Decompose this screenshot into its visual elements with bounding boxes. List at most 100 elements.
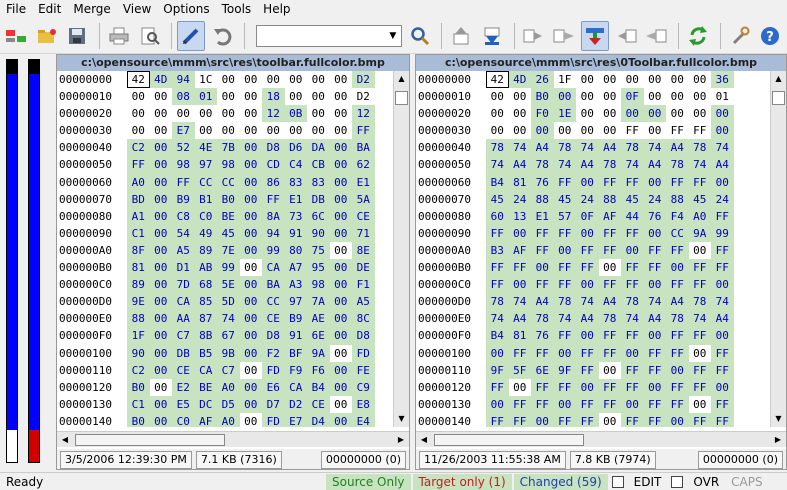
undo-icon[interactable]: [208, 21, 236, 51]
hex-byte[interactable]: 00: [149, 310, 172, 328]
hex-byte[interactable]: 00: [217, 88, 240, 106]
hex-byte[interactable]: FF: [643, 361, 666, 379]
hex-byte[interactable]: CE: [352, 207, 375, 225]
hex-byte[interactable]: A3: [284, 276, 307, 294]
hex-byte[interactable]: FF: [598, 327, 621, 345]
hex-byte[interactable]: D2: [284, 395, 307, 413]
menu-file[interactable]: File: [0, 0, 32, 18]
hex-byte[interactable]: 00: [486, 122, 509, 140]
copy-to-right-icon[interactable]: [520, 21, 548, 51]
hex-byte[interactable]: 78: [531, 310, 554, 328]
hex-byte[interactable]: BE: [194, 378, 217, 396]
hex-byte[interactable]: 00: [576, 173, 599, 191]
hex-byte[interactable]: FF: [688, 122, 711, 140]
hex-byte[interactable]: 98: [307, 276, 330, 294]
hex-byte[interactable]: FF: [508, 412, 531, 427]
hex-byte[interactable]: E7: [284, 412, 307, 427]
hex-byte[interactable]: C0: [172, 412, 195, 427]
hex-byte[interactable]: 00: [262, 71, 285, 89]
hex-byte[interactable]: 52: [172, 139, 195, 157]
location-pane[interactable]: [0, 54, 56, 470]
hex-byte[interactable]: D8: [352, 327, 375, 345]
hex-byte[interactable]: 00: [643, 173, 666, 191]
hex-byte[interactable]: 00: [329, 327, 352, 345]
hex-byte[interactable]: 00: [239, 412, 262, 427]
hex-row[interactable]: 00000000 42 4D 94 1C 00 00 00 00 00 00 D2: [57, 71, 409, 89]
hex-byte[interactable]: FF: [531, 241, 554, 260]
hex-byte[interactable]: 00: [598, 71, 621, 89]
hex-byte[interactable]: C2: [127, 139, 150, 157]
hex-byte[interactable]: 78: [598, 156, 621, 174]
options-icon[interactable]: [726, 21, 754, 51]
hex-byte[interactable]: DC: [194, 395, 217, 413]
hex-byte[interactable]: 00: [329, 71, 352, 89]
hex-row[interactable]: 00000140 FF FF 00 FF FF 00 FF FF 00 FF FF: [416, 412, 786, 427]
hex-byte[interactable]: C9: [352, 378, 375, 396]
hex-row[interactable]: 000000E0 74 A4 78 74 A4 78 74 A4 78 74 A4: [416, 310, 786, 328]
hex-byte[interactable]: AE: [307, 310, 330, 328]
hex-byte[interactable]: FF: [576, 259, 599, 277]
hex-byte[interactable]: 60: [486, 207, 509, 225]
hex-byte[interactable]: FF: [643, 241, 666, 260]
hex-byte[interactable]: FF: [598, 378, 621, 396]
hex-byte[interactable]: FF: [127, 156, 150, 174]
hex-byte[interactable]: C4: [284, 156, 307, 174]
left-vertical-scrollbar[interactable]: ▲ ▼: [393, 71, 409, 427]
hex-byte[interactable]: 00: [711, 122, 734, 140]
hex-byte[interactable]: AB: [194, 259, 217, 277]
chevron-down-icon[interactable]: ▼: [385, 26, 401, 46]
hex-byte[interactable]: 00: [329, 344, 352, 362]
hex-byte[interactable]: 00: [239, 173, 262, 191]
hex-byte[interactable]: 42: [127, 71, 150, 89]
hex-byte[interactable]: 00: [688, 241, 711, 260]
hex-row[interactable]: 00000130 C1 00 E5 DC D5 00 D7 D2 CE 00 E8: [57, 395, 409, 413]
left-location-bar[interactable]: [6, 59, 18, 463]
hex-byte[interactable]: 00: [239, 207, 262, 225]
hex-byte[interactable]: CC: [666, 224, 689, 242]
hex-byte[interactable]: FF: [576, 344, 599, 362]
hex-byte[interactable]: C1: [127, 395, 150, 413]
hex-row[interactable]: 00000070 45 24 88 45 24 88 45 24 88 45 24: [416, 190, 786, 208]
hex-byte[interactable]: FF: [531, 344, 554, 362]
hex-byte[interactable]: 00: [329, 310, 352, 328]
scroll-up-icon[interactable]: ▲: [394, 71, 409, 87]
hex-byte[interactable]: FF: [621, 259, 644, 277]
hex-byte[interactable]: FF: [711, 395, 734, 413]
hex-byte[interactable]: 00: [598, 412, 621, 427]
hex-byte[interactable]: FF: [621, 327, 644, 345]
hex-byte[interactable]: 00: [239, 139, 262, 157]
ovr-checkbox[interactable]: [671, 475, 684, 488]
hex-byte[interactable]: 00: [508, 224, 531, 242]
hex-byte[interactable]: FF: [576, 395, 599, 413]
hex-byte[interactable]: 00: [239, 190, 262, 208]
hex-byte[interactable]: 00: [666, 88, 689, 106]
hex-byte[interactable]: 00: [149, 276, 172, 294]
hex-byte[interactable]: FF: [666, 344, 689, 362]
hex-byte[interactable]: 00: [508, 378, 531, 396]
hex-byte[interactable]: FF: [666, 122, 689, 140]
hex-byte[interactable]: 00: [329, 88, 352, 106]
hex-byte[interactable]: 8A: [262, 207, 285, 225]
hex-byte[interactable]: C7: [217, 361, 240, 379]
hex-byte[interactable]: AF: [598, 207, 621, 225]
hex-byte[interactable]: 00: [711, 276, 734, 294]
hex-byte[interactable]: 89: [194, 241, 217, 260]
scroll-right-icon[interactable]: ▶: [770, 432, 786, 448]
hex-byte[interactable]: 74: [508, 293, 531, 311]
hex-row[interactable]: 00000100 90 00 DB B5 9B 00 F2 BF 9A 00 FD: [57, 344, 409, 362]
hex-byte[interactable]: 57: [553, 207, 576, 225]
hex-byte[interactable]: 78: [598, 310, 621, 328]
hex-byte[interactable]: 74: [621, 310, 644, 328]
hex-byte[interactable]: FF: [553, 173, 576, 191]
hex-byte[interactable]: FF: [621, 361, 644, 379]
hex-byte[interactable]: A4: [711, 310, 734, 328]
hex-byte[interactable]: 91: [284, 327, 307, 345]
hex-byte[interactable]: BA: [352, 139, 375, 157]
hex-byte[interactable]: 00: [307, 71, 330, 89]
hex-byte[interactable]: FF: [531, 378, 554, 396]
hex-row[interactable]: 000000C0 FF 00 FF FF 00 FF FF 00 FF FF 00: [416, 276, 786, 294]
hex-byte[interactable]: 00: [598, 88, 621, 106]
hex-byte[interactable]: BD: [127, 190, 150, 208]
hex-byte[interactable]: E1: [531, 207, 554, 225]
hex-byte[interactable]: 81: [508, 327, 531, 345]
